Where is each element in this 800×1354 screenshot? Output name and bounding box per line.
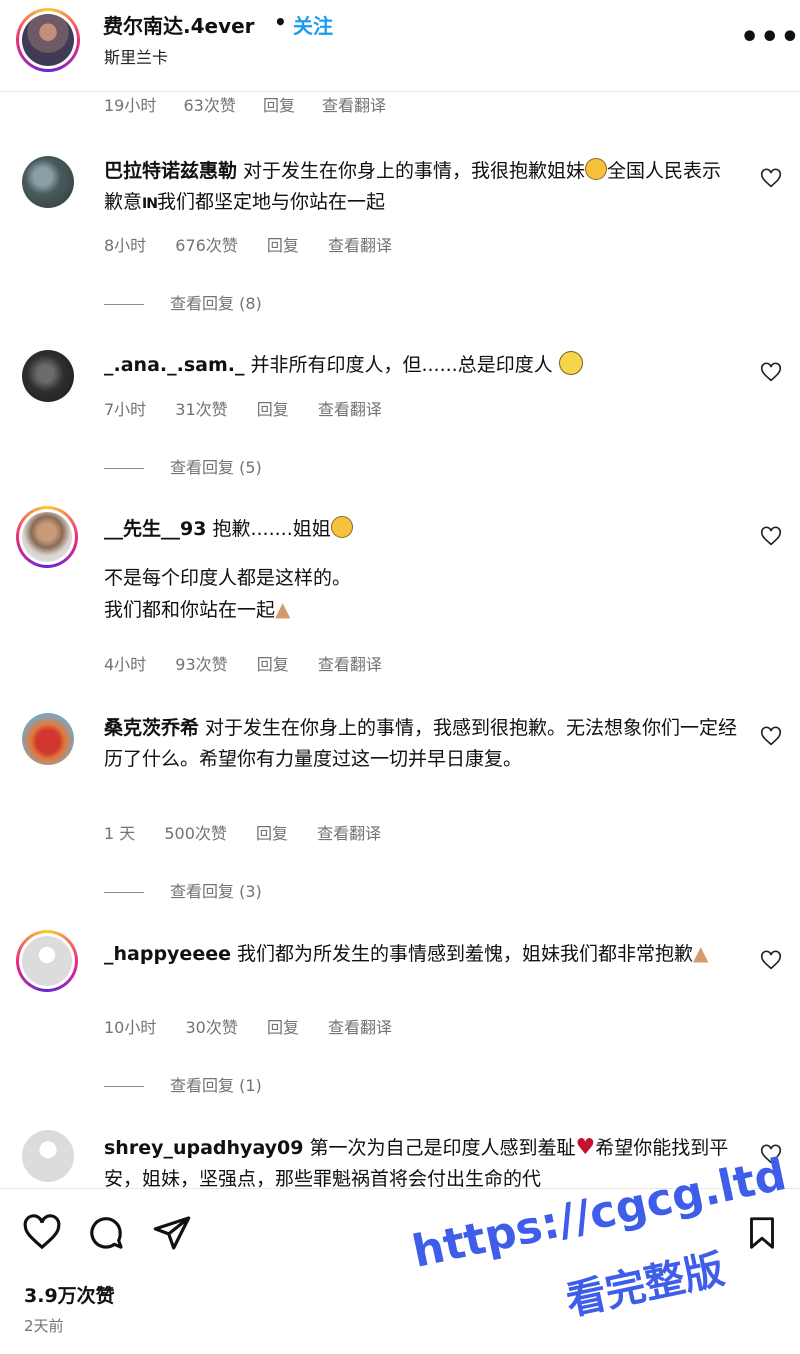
comment-like-count[interactable]: 63次赞 (183, 96, 235, 115)
divider-line (104, 304, 144, 305)
commenter-avatar[interactable] (22, 713, 74, 765)
comment-text-block: _happyeeee 我们都为所发生的事情感到羞愧，姐妹我们都非常抱歉▲ (104, 938, 740, 970)
praying-hands-icon: ▲ (275, 597, 291, 621)
view-replies-label: 查看回复 (1) (170, 1076, 262, 1095)
more-options-icon[interactable]: ••• (740, 20, 800, 55)
comment-like-heart-icon[interactable] (760, 168, 782, 190)
comment-meta: 10小时 30次赞 回复 查看翻译 (104, 1014, 416, 1038)
comment-meta: 4小时 93次赞 回复 查看翻译 (104, 651, 406, 675)
praying-hands-icon: ▲ (693, 941, 709, 965)
view-replies-button[interactable]: 查看回复 (5) (104, 454, 262, 478)
commenter-username[interactable]: 桑克茨乔希 (104, 717, 199, 739)
watermark-label: 看完整版 (562, 1246, 729, 1325)
comment-time: 1 天 (104, 824, 136, 843)
comment-time: 10小时 (104, 1018, 157, 1037)
divider-line (104, 892, 144, 893)
reply-button[interactable]: 回复 (256, 824, 288, 843)
comment-time: 8小时 (104, 236, 147, 255)
comment-like-heart-icon[interactable] (760, 726, 782, 748)
comment-text-block: 巴拉特诺兹惠勒 对于发生在你身上的事情，我很抱歉姐妹 全国人民表示歉意IN我们都坚定… (104, 156, 740, 220)
comment-text-block: _.ana._.sam._ 并非所有印度人，但......总是印度人 (104, 350, 740, 381)
comment-time: 19小时 (104, 96, 157, 115)
author-avatar[interactable] (16, 8, 80, 72)
commenter-username[interactable]: shrey_upadhyay09 (104, 1137, 304, 1159)
reply-button[interactable]: 回复 (267, 236, 299, 255)
follow-button[interactable]: 关注 (293, 10, 333, 39)
see-translation-button[interactable]: 查看翻译 (318, 655, 382, 674)
sad-emoji-icon (330, 516, 353, 538)
india-flag-icon: IN (142, 196, 158, 212)
comment-body: 第一次为自己是印度人感到羞耻 (309, 1137, 576, 1159)
comment-text-block: __先生__93 抱歉.......姐姐 不是每个印度人都是这样的。 我们都和你站… (104, 514, 740, 626)
reply-button[interactable]: 回复 (257, 655, 289, 674)
comment-icon[interactable] (86, 1213, 126, 1253)
like-heart-icon[interactable] (22, 1213, 62, 1253)
comment-meta: 1 天 500次赞 回复 查看翻译 (104, 820, 405, 844)
comment-like-count[interactable]: 500次赞 (164, 824, 227, 843)
sad-emoji-icon (585, 158, 608, 180)
send-icon[interactable] (152, 1213, 192, 1253)
post-header: 费尔南达.4ever • 关注 斯里兰卡 ••• (0, 0, 800, 92)
commenter-avatar[interactable] (16, 930, 78, 992)
reply-button[interactable]: 回复 (263, 96, 295, 115)
post-comments-screen: 费尔南达.4ever • 关注 斯里兰卡 ••• 19小时 63次赞 回复 查看… (0, 0, 800, 1354)
author-username[interactable]: 费尔南达.4ever (103, 10, 255, 39)
comment-meta: 7小时 31次赞 回复 查看翻译 (104, 396, 406, 420)
comment-body: 我们都为所发生的事情感到羞愧，姐妹我们都非常抱歉 (236, 943, 693, 965)
comment-meta: 19小时 63次赞 回复 查看翻译 (104, 92, 408, 116)
commenter-avatar[interactable] (16, 506, 78, 568)
commenter-avatar[interactable] (22, 350, 74, 402)
comment-like-heart-icon[interactable] (760, 526, 782, 548)
reply-button[interactable]: 回复 (257, 400, 289, 419)
comment-body: 并非所有印度人，但......总是印度人 (250, 354, 553, 376)
comment-body-line: 我们都和你站在一起 (104, 599, 276, 621)
comment-body-line: 不是每个印度人都是这样的。 (104, 567, 352, 589)
reply-button[interactable]: 回复 (267, 1018, 299, 1037)
comment-body-end: 我们都坚定地与你站在一起 (156, 191, 385, 213)
see-translation-button[interactable]: 查看翻译 (317, 824, 381, 843)
commenter-avatar[interactable] (22, 156, 74, 208)
comment-like-count[interactable]: 676次赞 (175, 236, 238, 255)
see-translation-button[interactable]: 查看翻译 (318, 400, 382, 419)
divider-line (104, 1086, 144, 1087)
comment-like-count[interactable]: 93次赞 (175, 655, 227, 674)
comment-time: 4小时 (104, 655, 147, 674)
see-translation-button[interactable]: 查看翻译 (322, 96, 386, 115)
post-timestamp: 2天前 (24, 1317, 64, 1335)
post-location[interactable]: 斯里兰卡 (104, 44, 168, 68)
broken-heart-icon: ♥ (575, 1135, 596, 1160)
comment-like-heart-icon[interactable] (760, 362, 782, 384)
comment-like-count[interactable]: 31次赞 (175, 400, 227, 419)
view-replies-button[interactable]: 查看回复 (8) (104, 290, 262, 314)
comment-text-block: 桑克茨乔希 对于发生在你身上的事情，我感到很抱歉。无法想象你们一定经历了什么。希望… (104, 713, 740, 775)
commenter-username[interactable]: _happyeeee (104, 943, 231, 965)
see-translation-button[interactable]: 查看翻译 (328, 236, 392, 255)
see-translation-button[interactable]: 查看翻译 (328, 1018, 392, 1037)
view-replies-button[interactable]: 查看回复 (3) (104, 878, 262, 902)
comment-time: 7小时 (104, 400, 147, 419)
comment-meta: 8小时 676次赞 回复 查看翻译 (104, 232, 416, 256)
comment-body: 抱歉.......姐姐 (212, 518, 331, 540)
post-like-count[interactable]: 3.9万次赞 (24, 1281, 115, 1308)
watermark: https://cgcg.ltd 看完整版 (400, 1149, 800, 1346)
separator-dot: • (274, 10, 287, 34)
comment-body: 对于发生在你身上的事情，我很抱歉姐妹 (243, 160, 586, 182)
view-replies-label: 查看回复 (3) (170, 882, 262, 901)
divider-line (104, 468, 144, 469)
view-replies-label: 查看回复 (5) (170, 458, 262, 477)
comment-like-heart-icon[interactable] (760, 950, 782, 972)
comment-like-count[interactable]: 30次赞 (185, 1018, 237, 1037)
view-replies-button[interactable]: 查看回复 (1) (104, 1072, 262, 1096)
commenter-username[interactable]: 巴拉特诺兹惠勒 (104, 160, 237, 182)
commenter-username[interactable]: _.ana._.sam._ (104, 354, 244, 376)
commenter-avatar[interactable] (22, 1130, 74, 1182)
view-replies-label: 查看回复 (8) (170, 294, 262, 313)
commenter-username[interactable]: __先生__93 (104, 518, 206, 540)
smile-emoji-icon (558, 351, 583, 375)
